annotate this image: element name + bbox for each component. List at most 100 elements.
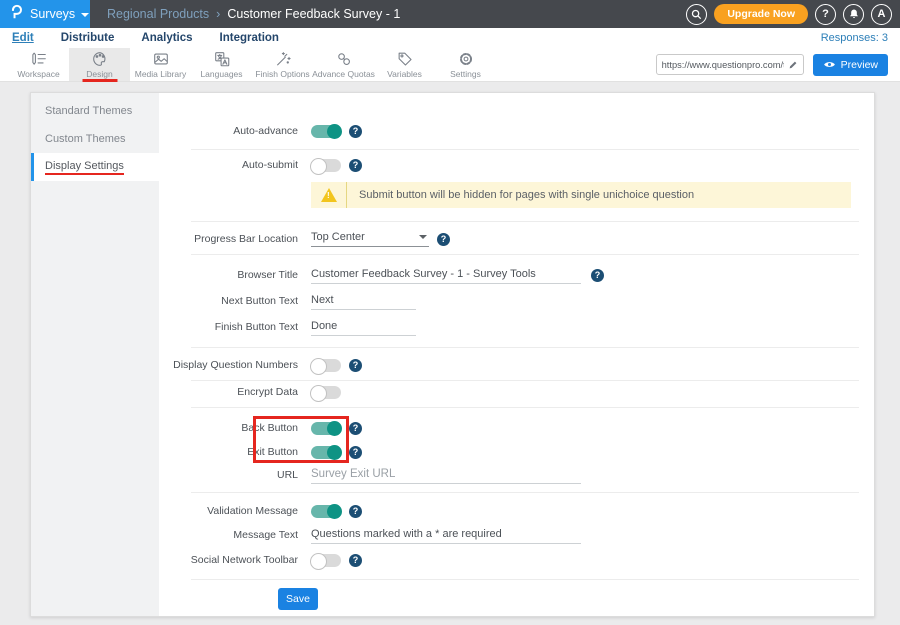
gear-icon bbox=[457, 50, 475, 68]
save-button[interactable]: Save bbox=[278, 588, 318, 610]
bell-icon bbox=[848, 8, 860, 20]
toolbar-tab-variables[interactable]: Variables bbox=[374, 48, 435, 81]
social-network-toolbar-help-icon[interactable]: ? bbox=[349, 554, 362, 567]
back-button-help-icon[interactable]: ? bbox=[349, 422, 362, 435]
edit-pencil-icon[interactable] bbox=[788, 60, 798, 70]
exit-button-help-icon[interactable]: ? bbox=[349, 446, 362, 459]
nav-tab-analytics[interactable]: Analytics bbox=[141, 32, 192, 44]
sidebar-item-display-settings[interactable]: Display Settings bbox=[31, 153, 159, 181]
message-text-row: Message Text bbox=[159, 525, 874, 545]
chevron-down-icon bbox=[419, 235, 427, 239]
surveys-product-menu[interactable]: Surveys bbox=[0, 0, 90, 28]
validation-message-row: Validation Message ? bbox=[159, 501, 874, 521]
next-button-text-label: Next Button Text bbox=[159, 295, 298, 307]
survey-nav: Edit Distribute Analytics Integration Re… bbox=[0, 28, 900, 48]
sidebar-item-standard-themes[interactable]: Standard Themes bbox=[31, 97, 159, 125]
survey-url-value[interactable]: https://www.questionpro.com/t/APNrFZ bbox=[662, 60, 784, 70]
back-button-row: Back Button ? bbox=[159, 418, 874, 438]
encrypt-data-toggle[interactable] bbox=[311, 386, 341, 399]
encrypt-data-label: Encrypt Data bbox=[159, 386, 298, 398]
finish-button-text-input[interactable] bbox=[311, 319, 416, 336]
toolbar-tab-settings[interactable]: Settings bbox=[435, 48, 496, 81]
auto-advance-toggle[interactable] bbox=[311, 125, 341, 138]
toolbar-tab-advance-quotas[interactable]: Advance Quotas bbox=[313, 48, 374, 81]
auto-submit-label: Auto-submit bbox=[159, 159, 298, 171]
top-bar: Surveys Regional Products › Customer Fee… bbox=[0, 0, 900, 28]
display-settings-panel: Auto-advance ? Auto-submit ? Submit butt… bbox=[159, 93, 874, 616]
divider bbox=[191, 149, 859, 150]
questionpro-logo-icon bbox=[9, 4, 24, 25]
finish-button-text-row: Finish Button Text bbox=[159, 317, 874, 337]
edit-toolbar: Workspace Design Media Library Languages… bbox=[0, 48, 900, 82]
divider bbox=[191, 221, 859, 222]
auto-advance-row: Auto-advance ? bbox=[159, 121, 874, 141]
back-button-toggle[interactable] bbox=[311, 422, 341, 435]
search-icon bbox=[691, 9, 702, 20]
display-question-numbers-help-icon[interactable]: ? bbox=[349, 359, 362, 372]
exit-url-row: URL bbox=[159, 465, 874, 485]
divider bbox=[191, 380, 859, 381]
toolbar-tab-workspace[interactable]: Workspace bbox=[8, 48, 69, 81]
next-button-text-input[interactable] bbox=[311, 293, 416, 310]
validation-message-toggle[interactable] bbox=[311, 505, 341, 518]
social-network-toolbar-toggle[interactable] bbox=[311, 554, 341, 567]
search-button[interactable] bbox=[686, 4, 707, 25]
toolbar-tab-finish-options[interactable]: Finish Options bbox=[252, 48, 313, 81]
upgrade-now-button[interactable]: Upgrade Now bbox=[714, 4, 808, 24]
browser-title-label: Browser Title bbox=[159, 269, 298, 281]
toolbar-tab-media-library[interactable]: Media Library bbox=[130, 48, 191, 81]
progress-bar-location-row: Progress Bar Location Top Center ? bbox=[159, 229, 874, 249]
workspace-icon bbox=[30, 50, 48, 68]
responses-count[interactable]: Responses: 3 bbox=[821, 32, 888, 44]
display-question-numbers-toggle[interactable] bbox=[311, 359, 341, 372]
design-sidebar: Standard Themes Custom Themes Display Se… bbox=[31, 93, 159, 616]
toolbar-tab-design[interactable]: Design bbox=[69, 48, 130, 81]
avatar[interactable]: A bbox=[871, 4, 892, 25]
progress-bar-location-help-icon[interactable]: ? bbox=[437, 233, 450, 246]
browser-title-input[interactable] bbox=[311, 267, 581, 284]
finish-button-text-label: Finish Button Text bbox=[159, 321, 298, 333]
message-text-input[interactable] bbox=[311, 527, 581, 544]
auto-submit-row: Auto-submit ? bbox=[159, 155, 874, 175]
sidebar-item-custom-themes[interactable]: Custom Themes bbox=[31, 125, 159, 153]
breadcrumb-folder[interactable]: Regional Products bbox=[107, 7, 209, 21]
validation-message-help-icon[interactable]: ? bbox=[349, 505, 362, 518]
nav-tab-edit[interactable]: Edit bbox=[12, 32, 34, 44]
next-button-text-row: Next Button Text bbox=[159, 291, 874, 311]
preview-button[interactable]: Preview bbox=[813, 54, 888, 76]
divider bbox=[191, 254, 859, 255]
exit-button-toggle[interactable] bbox=[311, 446, 341, 459]
breadcrumb: Regional Products › Customer Feedback Su… bbox=[107, 7, 400, 21]
design-page: Standard Themes Custom Themes Display Se… bbox=[0, 82, 900, 625]
nav-tab-integration[interactable]: Integration bbox=[220, 32, 279, 44]
back-button-label: Back Button bbox=[159, 422, 298, 434]
validation-message-label: Validation Message bbox=[159, 505, 298, 517]
divider bbox=[191, 407, 859, 408]
help-button[interactable]: ? bbox=[815, 4, 836, 25]
eye-icon bbox=[823, 60, 836, 69]
exit-url-input[interactable] bbox=[311, 467, 581, 484]
progress-bar-location-label: Progress Bar Location bbox=[159, 233, 298, 245]
nav-tab-distribute[interactable]: Distribute bbox=[61, 32, 115, 44]
toolbar-tab-languages[interactable]: Languages bbox=[191, 48, 252, 81]
progress-bar-location-select[interactable]: Top Center bbox=[311, 231, 429, 247]
divider bbox=[191, 579, 859, 580]
social-network-toolbar-row: Social Network Toolbar ? bbox=[159, 550, 874, 570]
divider bbox=[191, 492, 859, 493]
auto-submit-toggle[interactable] bbox=[311, 159, 341, 172]
auto-submit-help-icon[interactable]: ? bbox=[349, 159, 362, 172]
auto-advance-help-icon[interactable]: ? bbox=[349, 125, 362, 138]
social-network-toolbar-label: Social Network Toolbar bbox=[159, 554, 298, 566]
exit-url-label: URL bbox=[159, 469, 298, 481]
magic-wand-icon bbox=[274, 50, 292, 68]
notifications-button[interactable] bbox=[843, 4, 864, 25]
media-library-icon bbox=[152, 50, 170, 68]
survey-url-field[interactable]: https://www.questionpro.com/t/APNrFZ bbox=[656, 54, 804, 75]
tag-icon bbox=[396, 50, 414, 68]
display-question-numbers-label: Display Question Numbers bbox=[159, 359, 298, 371]
warning-triangle-icon bbox=[311, 182, 347, 208]
submit-hidden-warning: Submit button will be hidden for pages w… bbox=[311, 182, 851, 208]
breadcrumb-survey-title: Customer Feedback Survey - 1 bbox=[227, 7, 400, 21]
display-question-numbers-row: Display Question Numbers ? bbox=[159, 355, 874, 375]
browser-title-help-icon[interactable]: ? bbox=[591, 269, 604, 282]
